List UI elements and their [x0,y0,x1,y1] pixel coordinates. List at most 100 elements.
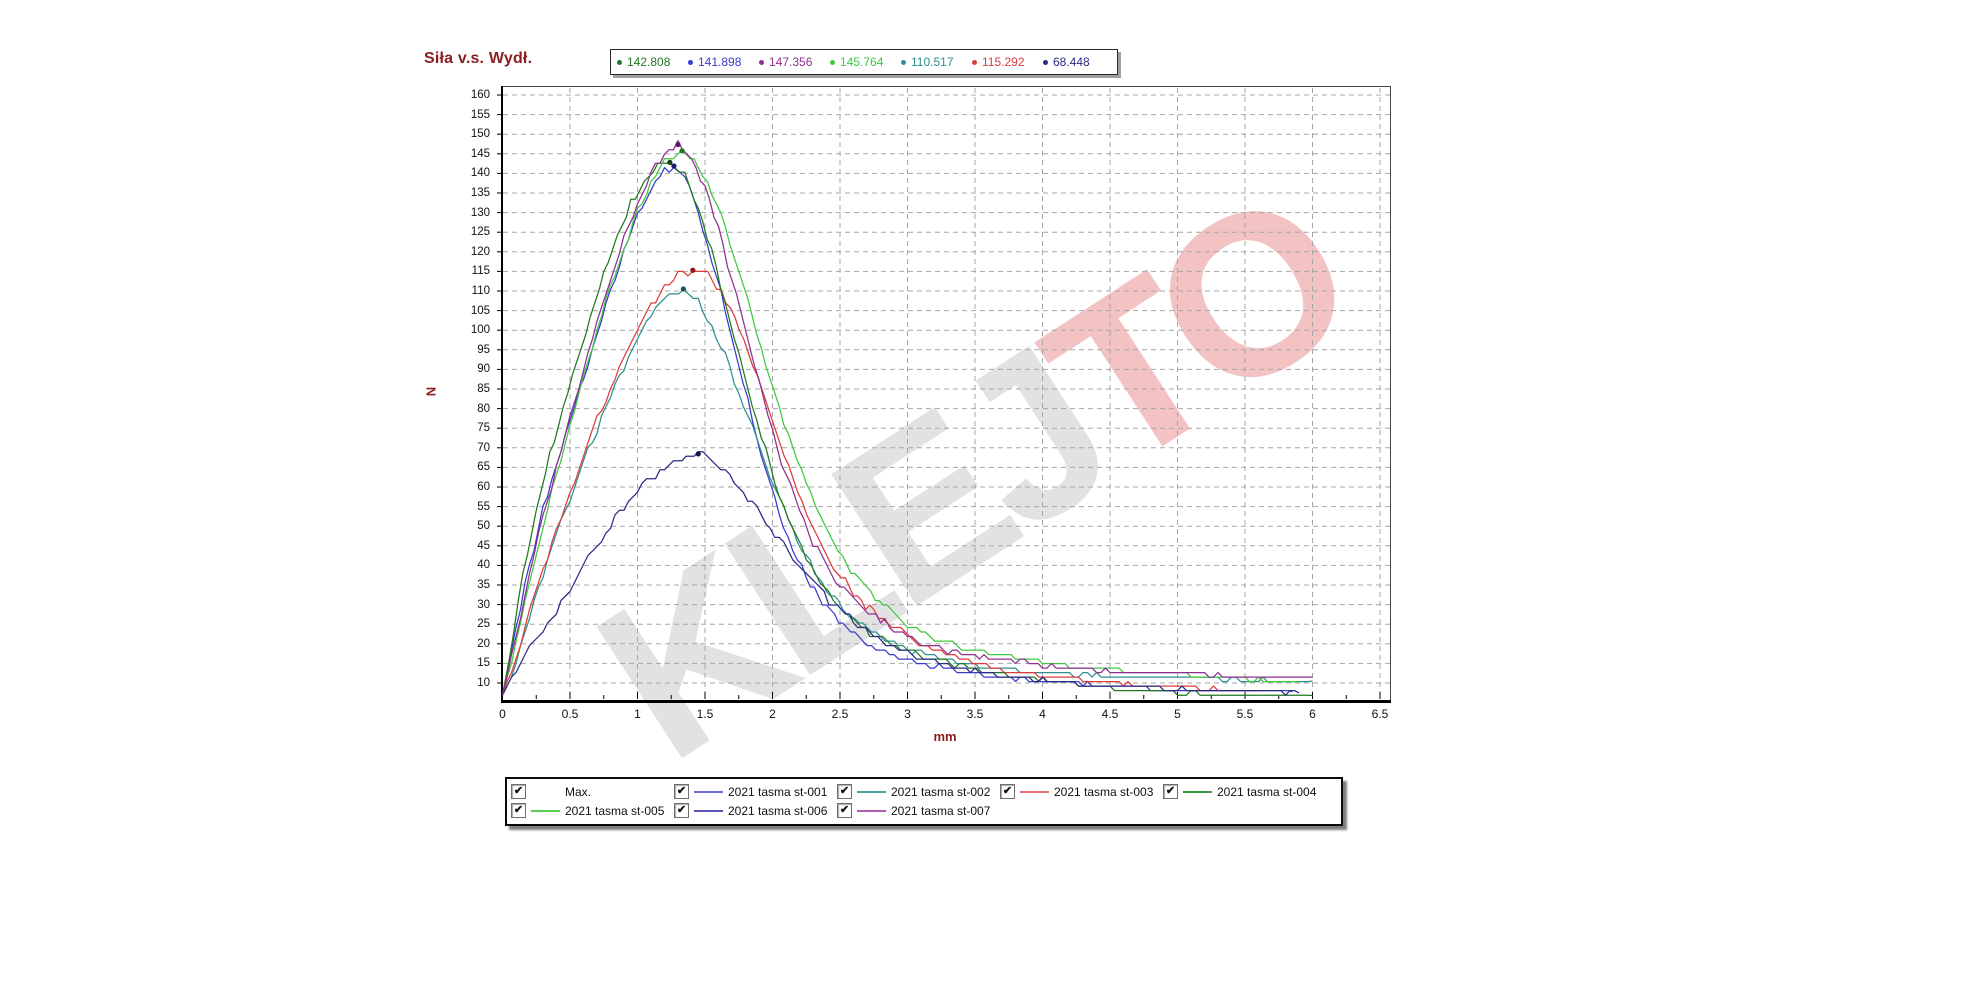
peak-marker-dot [690,267,696,273]
y-tick-label: 95 [477,343,490,356]
peak-value-item: 110.517 [901,55,972,69]
x-tick-label: 5.5 [1236,707,1254,721]
x-tick-label: 0 [499,707,506,721]
y-tick-label: 115 [471,265,490,278]
x-tick-label: 1 [634,707,641,721]
legend-line-spacer [531,791,560,793]
legend-label: 2021 tasma st-004 [1217,784,1317,799]
y-tick-label: 125 [470,226,490,239]
peak-value: 147.356 [769,55,813,69]
legend-checkbox[interactable]: ✔ [674,784,689,799]
legend-checkbox[interactable]: ✔ [1163,784,1178,799]
x-tick-label: 0.5 [561,707,579,721]
x-tick-label: 5 [1174,707,1181,721]
peak-marker-dot [675,141,681,148]
legend-checkbox[interactable]: ✔ [837,803,852,818]
legend-checkbox[interactable]: ✔ [511,784,526,799]
y-tick-label: 25 [477,618,490,631]
peak-marker-dot [679,148,685,154]
y-tick-label: 120 [470,245,490,258]
y-tick-label: 45 [477,539,490,552]
legend-item: ✔ 2021 tasma st-006 [674,802,837,819]
x-tick-label: 4 [1039,707,1046,721]
legend-label: 2021 tasma st-007 [891,803,991,818]
y-tick-label: 10 [477,677,490,689]
chart-title: Siła v.s. Wydł. [424,50,533,67]
peak-value-item: 145.764 [830,55,901,69]
x-tick-label: 4.5 [1101,707,1119,721]
y-tick-label: 60 [477,481,490,493]
peak-marker-dot [671,163,677,169]
peak-value: 145.764 [840,55,884,69]
peak-marker-dot [695,451,701,457]
y-tick-label: 50 [477,520,490,533]
legend-label: 2021 tasma st-005 [565,803,665,818]
legend-checkbox[interactable]: ✔ [1000,784,1015,799]
series-line [501,270,1259,696]
bullet-icon [688,59,693,65]
y-tick-label: 20 [477,637,490,650]
x-tick-label: 3.5 [966,707,984,721]
legend-item: ✔ 2021 tasma st-007 [837,802,1000,819]
legend-label: 2021 tasma st-002 [891,784,991,799]
peak-value: 110.517 [911,55,954,69]
y-tick-label: 55 [477,500,490,513]
legend-checkbox[interactable]: ✔ [837,784,852,799]
bullet-icon [759,59,764,65]
legend-checkbox[interactable]: ✔ [511,803,526,818]
peak-value-item: 141.898 [688,55,759,69]
legend-item: ✔ 2021 tasma st-001 [674,783,837,800]
plot-area [497,86,1391,703]
legend-item: ✔ 2021 tasma st-004 [1163,783,1326,800]
x-tick-label: 1.5 [696,707,714,721]
peak-value: 115.292 [982,55,1025,69]
peak-value: 68.448 [1053,55,1090,69]
series-line [501,149,1300,696]
legend-line-sample [857,790,886,793]
x-axis-title: mm [933,729,957,744]
legend-item: ✔ Max. [511,783,674,800]
legend-line-sample [694,790,723,793]
y-tick-label: 15 [477,657,490,670]
legend-line-sample [1183,790,1212,793]
y-tick-label: 70 [477,441,490,454]
y-tick-label: 140 [470,167,490,180]
x-tick-label: 6.5 [1371,707,1389,721]
peak-values-bar: 142.808 141.898 147.356 145.764 110.517 115.2… [610,49,1118,75]
y-tick-label: 105 [470,304,490,317]
legend-item: ✔ 2021 tasma st-005 [511,802,674,819]
peak-value: 142.808 [627,55,671,69]
peak-value: 141.898 [698,55,742,69]
legend-line-sample [531,809,560,812]
legend-label: Max. [565,784,592,799]
peak-marker-dot [680,286,686,292]
legend: ✔ Max. ✔ 2021 tasma st-001 ✔ 2021 tasma st-00… [505,777,1343,826]
legend-label: 2021 tasma st-003 [1054,784,1154,799]
peak-marker-dot [667,159,673,165]
legend-checkbox[interactable]: ✔ [674,803,689,818]
y-tick-label: 110 [471,285,490,297]
peak-value-item: 68.448 [1043,55,1114,69]
y-tick-label: 150 [470,128,490,141]
bullet-icon [901,59,906,65]
legend-line-sample [857,809,886,812]
bullet-icon [972,59,977,65]
x-tick-label: 2.5 [831,707,849,721]
peak-value-item: 142.808 [617,55,688,69]
y-tick-label: 100 [470,324,490,337]
y-tick-label: 75 [477,422,490,435]
bullet-icon [1043,59,1048,65]
y-tick-label: 85 [477,383,490,395]
legend-label: 2021 tasma st-001 [728,784,828,799]
y-tick-label: 130 [470,206,490,219]
peak-value-item: 147.356 [759,55,830,69]
bullet-icon [830,59,835,65]
y-tick-label: 80 [477,402,490,415]
legend-line-sample [1020,790,1049,793]
y-tick-label: 155 [470,108,490,121]
x-tick-label: 6 [1309,707,1316,721]
y-tick-label: 35 [477,579,490,591]
y-tick-label: 65 [477,461,490,474]
y-tick-label: 90 [477,363,490,376]
y-tick-label: 40 [477,559,490,572]
